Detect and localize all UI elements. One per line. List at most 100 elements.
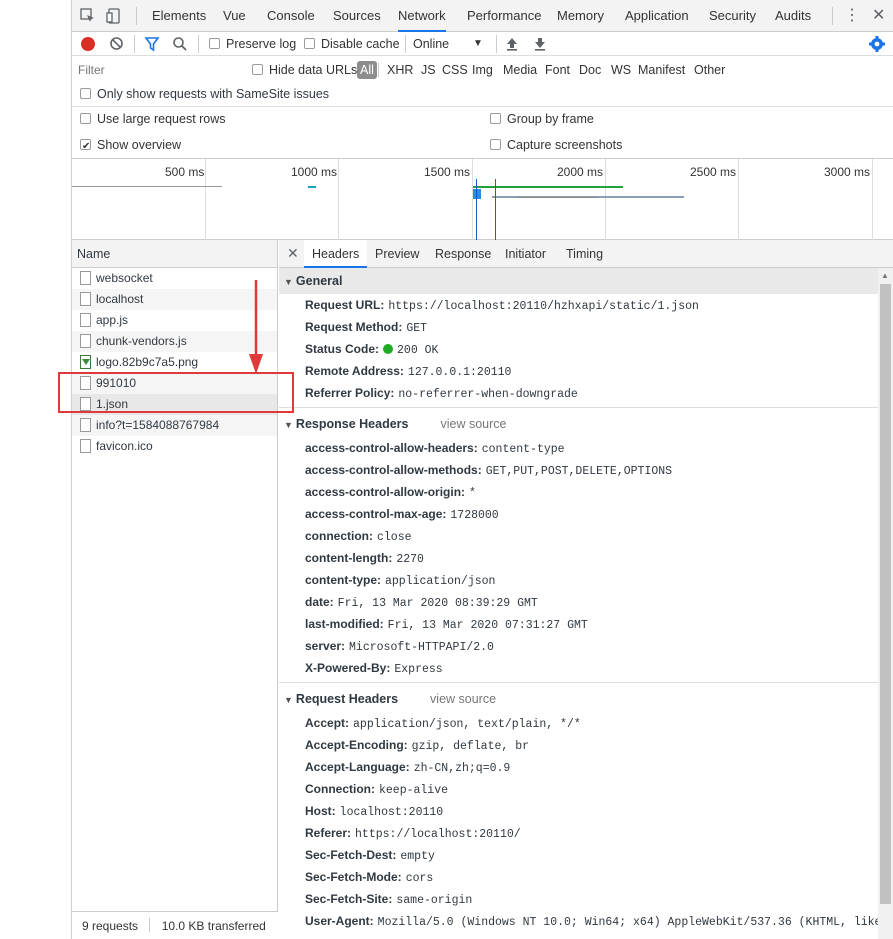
settings-gear-icon[interactable] [868, 35, 886, 53]
overview-gridline [738, 159, 739, 241]
header-row: Sec-Fetch-Site: same-origin [279, 888, 878, 910]
annotation-highlight-box [58, 372, 294, 413]
tab-headers[interactable]: Headers [304, 240, 368, 268]
request-row[interactable]: websocket [72, 268, 277, 289]
request-row[interactable]: app.js [72, 310, 277, 331]
tab-response[interactable]: Response [435, 240, 491, 268]
device-toolbar-icon[interactable] [106, 8, 122, 24]
header-row: Sec-Fetch-Dest: empty [279, 844, 878, 866]
hide-data-urls-checkbox[interactable]: Hide data URLs [252, 61, 357, 79]
tab-sources[interactable]: Sources [333, 0, 381, 32]
request-row[interactable]: logo.82b9c7a5.png [72, 352, 277, 373]
filter-type-js[interactable]: JS [421, 61, 436, 79]
tab-audits[interactable]: Audits [775, 0, 811, 32]
tab-memory[interactable]: Memory [557, 0, 604, 32]
request-row[interactable]: localhost [72, 289, 277, 310]
header-row: access-control-max-age: 1728000 [279, 503, 878, 525]
tab-security[interactable]: Security [709, 0, 756, 32]
filter-type-img[interactable]: Img [472, 61, 493, 79]
capture-screenshots-label: Capture screenshots [507, 138, 623, 152]
response-headers-section-header[interactable]: ▼ Response Headers view source [279, 411, 878, 437]
request-rows: websocket localhost app.js chunk-vendors… [72, 268, 277, 457]
group-by-frame-checkbox[interactable]: Group by frame [490, 109, 594, 129]
show-overview-checkbox[interactable]: Show overview [80, 135, 182, 157]
request-list-header[interactable]: Name [72, 240, 277, 268]
import-har-icon[interactable] [504, 36, 520, 52]
filter-type-font[interactable]: Font [545, 61, 570, 79]
checkbox-box[interactable] [304, 38, 315, 49]
network-overview[interactable]: 500 ms 1000 ms 1500 ms 2000 ms 2500 ms 3… [72, 158, 893, 241]
filter-type-css[interactable]: CSS [442, 61, 468, 79]
tabbar-separator [136, 7, 137, 25]
filter-type-doc[interactable]: Doc [579, 61, 601, 79]
header-row: Remote Address: 127.0.0.1:20110 [279, 360, 878, 382]
view-source-link[interactable]: view source [430, 692, 496, 706]
checkbox-box-checked[interactable] [80, 137, 91, 157]
header-value: empty [400, 850, 435, 863]
checkbox-box[interactable] [490, 139, 501, 150]
filter-type-media[interactable]: Media [503, 61, 537, 79]
preserve-log-checkbox[interactable]: Preserve log [209, 32, 296, 56]
overview-tick-label: 1500 ms [424, 165, 471, 179]
devtools-tabbar: Elements Vue Console Sources Network Per… [72, 0, 893, 32]
filter-type-other[interactable]: Other [694, 61, 725, 79]
filter-input[interactable] [76, 61, 240, 79]
request-headers-section-header[interactable]: ▼ Request Headers view source [279, 686, 878, 712]
tab-preview[interactable]: Preview [375, 240, 419, 268]
tab-vue[interactable]: Vue [223, 0, 246, 32]
record-icon[interactable] [81, 37, 95, 51]
tab-network[interactable]: Network [398, 0, 446, 32]
filter-type-xhr[interactable]: XHR [387, 61, 413, 79]
request-count: 9 requests [82, 919, 139, 933]
general-section-header[interactable]: ▼ General [279, 268, 878, 294]
header-value: zh-CN,zh;q=0.9 [413, 762, 511, 775]
inspect-element-icon[interactable] [80, 8, 96, 24]
disable-cache-checkbox[interactable]: Disable cache [304, 32, 400, 56]
close-details-icon[interactable]: ✕ [287, 245, 299, 262]
header-value: Fri, 13 Mar 2020 08:39:29 GMT [337, 597, 538, 610]
header-key: Referer: [305, 826, 352, 840]
scroll-up-icon[interactable]: ▲ [881, 271, 889, 280]
checkbox-box[interactable] [252, 64, 263, 75]
request-row[interactable]: chunk-vendors.js [72, 331, 277, 352]
large-rows-checkbox[interactable]: Use large request rows [80, 109, 226, 129]
filter-type-manifest[interactable]: Manifest [638, 61, 685, 79]
checkbox-box[interactable] [80, 88, 91, 99]
filter-type-ws[interactable]: WS [611, 61, 631, 79]
tab-timing[interactable]: Timing [566, 240, 603, 268]
throttle-dropdown-icon[interactable]: ▼ [473, 32, 483, 56]
overview-gridline [872, 159, 873, 241]
tab-console[interactable]: Console [267, 0, 315, 32]
header-row: content-length: 2270 [279, 547, 878, 569]
close-devtools-icon[interactable]: ✕ [872, 5, 885, 25]
request-row[interactable]: info?t=1584088767984 [72, 415, 277, 436]
tab-performance[interactable]: Performance [467, 0, 541, 32]
more-options-icon[interactable]: ⋮ [844, 6, 860, 26]
header-key: access-control-max-age: [305, 507, 447, 521]
request-row[interactable]: favicon.ico [72, 436, 277, 457]
header-key: Status Code: [305, 342, 380, 356]
export-har-icon[interactable] [532, 36, 548, 52]
overview-gridline [338, 159, 339, 241]
checkbox-box[interactable] [209, 38, 220, 49]
show-overview-label: Show overview [97, 138, 182, 152]
filter-icon[interactable] [144, 36, 160, 52]
tab-application[interactable]: Application [625, 0, 689, 32]
checkbox-box[interactable] [490, 113, 501, 124]
clear-icon[interactable] [109, 36, 124, 51]
overview-request-bar [473, 189, 481, 199]
details-scrollbar[interactable]: ▲ [878, 268, 893, 939]
scrollbar-thumb[interactable] [880, 284, 891, 904]
tab-elements[interactable]: Elements [152, 0, 206, 32]
search-icon[interactable] [172, 36, 188, 52]
samesite-checkbox[interactable]: Only show requests with SameSite issues [80, 84, 329, 104]
toolbar-separator [496, 35, 497, 53]
checkbox-box[interactable] [80, 113, 91, 124]
throttle-select[interactable]: Online [413, 32, 449, 56]
filter-type-all[interactable]: All [357, 61, 377, 79]
capture-screenshots-checkbox[interactable]: Capture screenshots [490, 135, 622, 155]
tab-initiator[interactable]: Initiator [505, 240, 546, 268]
preserve-log-label: Preserve log [226, 37, 297, 51]
overview-tick-label: 500 ms [165, 165, 205, 179]
view-source-link[interactable]: view source [440, 417, 506, 431]
